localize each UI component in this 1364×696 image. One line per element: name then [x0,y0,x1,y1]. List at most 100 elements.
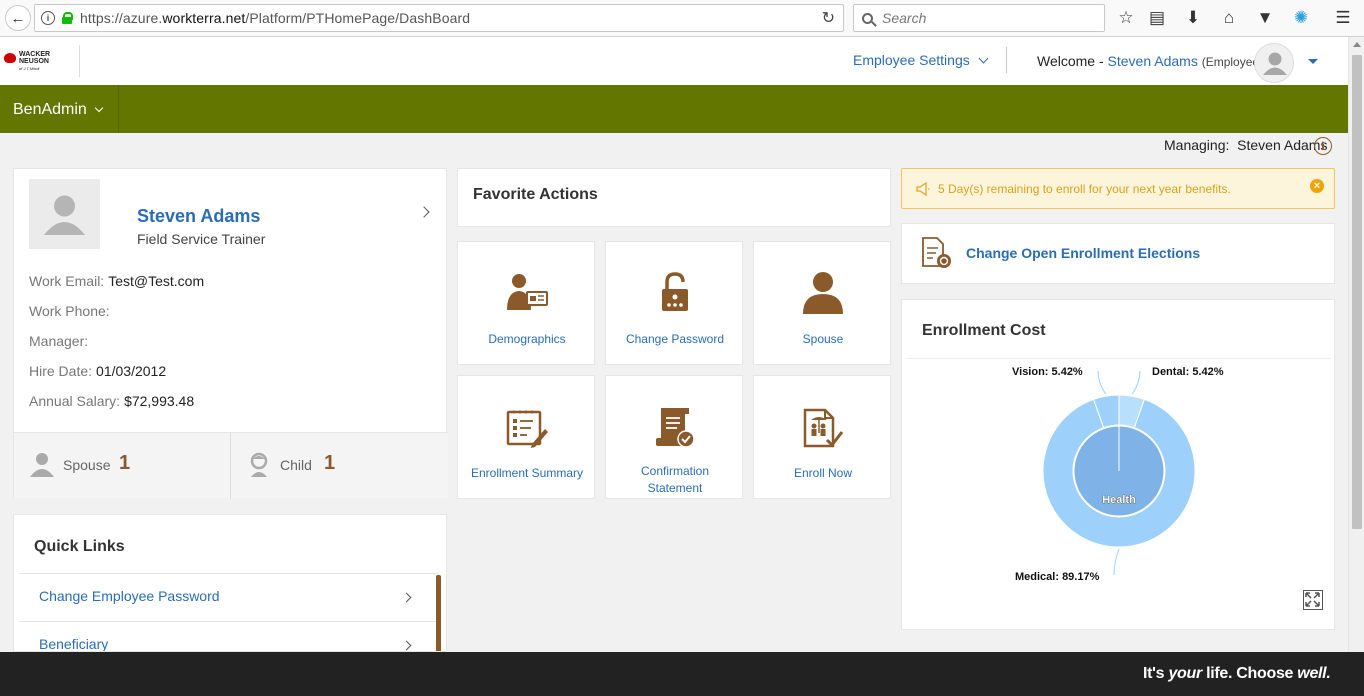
managing-text: Managing: Steven Adams [1164,137,1328,153]
quick-link-item[interactable]: Beneficiary [19,621,439,651]
tile-enrollment-summary[interactable]: Enrollment Summary [457,375,595,499]
chevron-down-icon [94,103,104,113]
favorite-actions-title: Favorite Actions [473,186,598,203]
tile-label: Enroll Now [793,466,853,480]
divider [118,85,119,133]
address-bar[interactable]: i https://azure.workterra.net/Platform/P… [34,4,844,32]
url-text[interactable]: https://azure.workterra.net/Platform/PTH… [80,10,470,26]
divider [79,45,80,77]
tile-label: Confirmation Statement [640,464,710,495]
certificate-check-icon [656,408,695,448]
pie-connector-dental [1131,370,1141,395]
header-user-name[interactable]: Steven Adams [1108,53,1198,69]
megaphone-icon [916,182,930,196]
info-icon[interactable]: i [41,11,55,25]
profile-name[interactable]: Steven Adams [137,206,260,227]
divider [230,433,231,499]
employee-settings-dropdown[interactable]: Employee Settings [853,52,989,68]
document-refresh-icon [922,237,951,268]
dependent-child-count[interactable]: 1 [324,452,335,475]
alert-text: 5 Day(s) remaining to enroll for your ne… [938,182,1231,196]
search-placeholder: Search [882,10,927,26]
child-icon [250,452,268,477]
menu-hamburger-icon[interactable]: ☰ [1332,7,1354,29]
tile-label: Spouse [802,332,844,346]
expand-icon[interactable] [1303,590,1323,610]
pie-connector-medical [1113,548,1120,576]
download-icon[interactable]: ⬇ [1182,7,1204,29]
enrollment-alert: 5 Day(s) remaining to enroll for your ne… [901,168,1335,209]
dependent-child-label: Child [280,457,312,473]
avatar[interactable] [1254,43,1294,83]
document-family-check-icon [803,408,844,448]
open-enrollment-card: Change Open Enrollment Elections [901,223,1335,284]
close-icon[interactable]: × [1310,179,1324,193]
home-icon[interactable]: ⌂ [1218,7,1240,29]
id-card-person-icon [507,274,548,310]
user-silhouette-icon [44,195,85,235]
back-arrow-icon[interactable]: ← [5,5,31,31]
quick-links-scrollbar[interactable] [436,575,441,651]
work-email-row: Work Email: Test@Test.com [29,273,205,289]
person-icon [803,272,843,314]
spouse-icon [30,453,54,477]
enrollment-cost-chart: Health Vision: 5.42% Dental: 5.42% Medical:… [1012,366,1224,583]
footer-tagline: It's your life. Choose well. [1143,665,1331,682]
tile-demographics[interactable]: Demographics [457,241,595,365]
change-open-enrollment-link[interactable]: Change Open Enrollment Elections [966,245,1200,261]
page-scrollbar[interactable] [1348,37,1364,652]
info-icon[interactable]: i [1314,137,1332,155]
bookmark-star-icon[interactable]: ☆ [1115,7,1137,29]
benadmin-menu[interactable]: BenAdmin [13,101,104,119]
app-header: WACKER NEUSON of J.T.Mindl Employee Sett… [0,37,1348,85]
module-bar: BenAdmin [0,85,1348,133]
work-phone-row: Work Phone: [29,303,110,319]
reload-icon[interactable]: ↻ [822,8,835,28]
chevron-right-icon[interactable] [418,206,430,218]
pie-label-dental: Dental: 5.42% [1152,366,1224,378]
tile-spouse[interactable]: Spouse [753,241,891,365]
tile-enroll-now[interactable]: Enroll Now [753,375,891,499]
pie-label-medical: Medical: 89.17% [1015,571,1100,583]
caret-down-icon[interactable] [1308,59,1318,64]
tile-label: Change Password [625,332,725,346]
favorite-actions-header: Favorite Actions [457,168,891,227]
scrollbar-thumb[interactable] [1352,55,1362,529]
user-silhouette-icon [1263,52,1287,75]
tile-confirmation-statement[interactable]: Confirmation Statement [605,375,743,499]
dependents-row: Spouse 1 Child 1 [14,432,448,499]
search-icon [862,12,873,24]
browser-search-input[interactable]: Search [853,4,1105,32]
quick-links-card: Quick Links Change Employee Password Ben… [13,514,447,652]
quick-links-title: Quick Links [34,538,125,555]
profile-avatar [29,179,100,249]
profile-job-title: Field Service Trainer [137,231,266,247]
page-footer: It's your life. Choose well. [0,652,1364,696]
browser-toolbar: ← i https://azure.workterra.net/Platform… [0,0,1364,37]
lock-icon [62,12,73,24]
padlock-icon [662,272,688,311]
enrollment-cost-title: Enrollment Cost [922,322,1046,339]
reading-list-icon[interactable]: ▤ [1146,7,1168,29]
scroll-up-icon[interactable] [1353,42,1361,47]
company-logo[interactable]: WACKER NEUSON of J.T.Mindl [4,49,64,73]
pie-inner-label: Health [1102,494,1136,506]
tile-change-password[interactable]: Change Password [605,241,743,365]
pie-label-vision: Vision: 5.42% [1012,366,1083,378]
dependent-spouse-label: Spouse [63,457,111,473]
extension-icon[interactable]: ✺ [1290,7,1312,29]
chevron-right-icon [401,640,412,651]
pocket-icon[interactable]: ▼ [1254,7,1276,29]
profile-card: Steven Adams Field Service Trainer Work … [13,168,448,499]
hire-date-row: Hire Date: 01/03/2012 [29,363,167,379]
manager-row: Manager: [29,333,89,349]
annual-salary-row: Annual Salary: $72,993.48 [29,393,195,409]
logo-text-3: of J.T.Mindl [19,66,40,71]
welcome-text: Welcome - Steven Adams (Employee) [1037,53,1264,69]
quick-link-item[interactable]: Change Employee Password [19,573,439,621]
dependent-spouse-count[interactable]: 1 [119,452,130,475]
logo-mark-icon [4,53,16,63]
checklist-pencil-icon [506,410,548,448]
logo-text-1: WACKER [19,51,51,58]
chevron-down-icon [978,53,989,64]
